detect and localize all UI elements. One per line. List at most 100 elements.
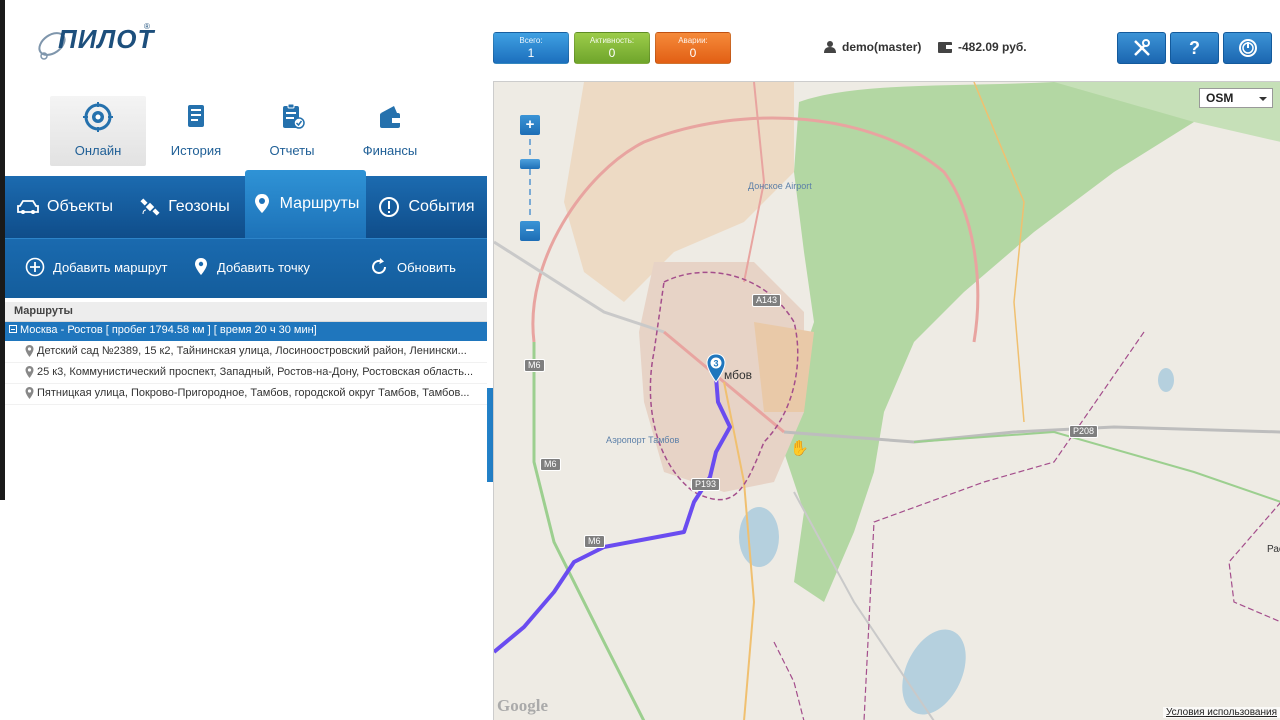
route-pin-icon (254, 194, 269, 213)
zoom-slider[interactable] (520, 135, 540, 221)
road-badge: M6 (540, 458, 561, 471)
username: demo(master) (842, 40, 922, 54)
add-route-label: Добавить маршрут (53, 259, 168, 275)
urban-area (754, 322, 814, 412)
tab-bar: Объекты Геозоны Маршруты События (5, 170, 487, 238)
nav-history[interactable]: История (148, 96, 244, 166)
marker-number: 3 (713, 359, 718, 369)
tab-routes[interactable]: Маршруты (245, 170, 366, 238)
counter-active-value: 0 (608, 46, 616, 60)
region-boundary (1228, 502, 1280, 623)
refresh-label: Обновить (397, 259, 456, 275)
add-point-label: Добавить точку (217, 259, 310, 275)
wallet-icon (938, 42, 952, 53)
refresh-button[interactable]: Обновить (369, 257, 456, 277)
settings-button[interactable] (1117, 32, 1166, 64)
logo-text: ПИЛОТ (58, 24, 155, 54)
lake (1158, 368, 1174, 392)
balance-info: -482.09 руб. (938, 40, 1027, 54)
map-pin-icon (25, 345, 34, 357)
logo: ПИЛОТ ® (36, 22, 166, 66)
zoom-in-button[interactable]: + (520, 115, 540, 135)
zoom-control: + − (520, 115, 540, 241)
satellite-icon (140, 198, 160, 216)
main-nav: Онлайн История Отчеты Финансы (50, 96, 430, 166)
zoom-slider-handle[interactable] (520, 159, 540, 169)
road-m6 (532, 342, 646, 720)
tab-events[interactable]: События (366, 176, 487, 238)
help-button[interactable]: ? (1170, 32, 1219, 64)
report-icon (283, 103, 305, 129)
counter-active-label: Активность: (589, 36, 635, 45)
add-point-button[interactable]: Добавить точку (193, 257, 310, 277)
counter-total-label: Всего: (519, 36, 543, 45)
route-point[interactable]: Пятницкая улица, Покрово-Пригородное, Та… (5, 384, 487, 405)
hand-cursor-icon: ✋ (790, 440, 809, 457)
region-boundary (773, 641, 805, 720)
tab-events-label: События (408, 198, 475, 215)
route-row[interactable]: Москва - Ростов [ пробег 1794.58 км ] [ … (5, 322, 487, 341)
logo-registered-mark: ® (144, 22, 150, 31)
map-view[interactable]: + − OSM Донское Airport Аэропорт Тамбов … (493, 81, 1280, 720)
road-badge: P193 (691, 478, 721, 491)
road-badge: P208 (1069, 425, 1099, 438)
nav-reports[interactable]: Отчеты (244, 96, 340, 166)
route-title: Москва - Ростов [ пробег 1794.58 км ] [ … (20, 324, 317, 336)
balance-value: -482.09 руб. (958, 40, 1027, 54)
refresh-icon (372, 258, 386, 274)
road-badge: M6 (584, 535, 605, 548)
counter-active[interactable]: Активность: 0 (574, 32, 650, 64)
forest-area (784, 82, 1194, 602)
counter-alarm-label: Аварии: (678, 36, 708, 45)
tab-geozones[interactable]: Геозоны (125, 176, 245, 238)
nav-finance[interactable]: Финансы (342, 96, 438, 166)
counter-total[interactable]: Всего: 1 (493, 32, 569, 64)
counter-alarm[interactable]: Аварии: 0 (655, 32, 731, 64)
target-icon (83, 102, 113, 132)
help-icon: ? (1189, 37, 1200, 58)
route-marker[interactable]: 3 (706, 353, 726, 383)
nav-history-label: История (170, 143, 222, 158)
route-point-address: Пятницкая улица, Покрово-Пригородное, Та… (37, 387, 470, 399)
route-point-address: Детский сад №2389, 15 к2, Тайнинская ули… (37, 345, 467, 357)
route-point[interactable]: 25 к3, Коммунистический проспект, Западн… (5, 363, 487, 384)
airport-label: Аэропорт Тамбов (606, 435, 680, 445)
road (913, 430, 1280, 503)
airport-label: Донское Airport (748, 181, 812, 191)
zoom-out-button[interactable]: − (520, 221, 540, 241)
counter-alarm-value: 0 (689, 46, 697, 60)
map-marker-icon: 3 (706, 353, 726, 383)
map-pin-icon (195, 258, 207, 275)
tab-objects[interactable]: Объекты (5, 176, 125, 238)
power-icon (1238, 39, 1257, 57)
terms-link[interactable]: Условия использования (1163, 707, 1280, 718)
map-layer-select[interactable]: OSM (1199, 88, 1273, 108)
plus-circle-icon (25, 257, 45, 277)
route-point-address: 25 к3, Коммунистический проспект, Западн… (37, 366, 474, 378)
road-badge: A143 (752, 294, 782, 307)
collapse-icon[interactable] (9, 325, 17, 333)
lake (902, 629, 966, 715)
region-boundary (863, 331, 1145, 720)
routes-toolbar: Добавить маршрут Добавить точку Обновить (5, 238, 487, 298)
lake (739, 507, 779, 567)
user-info[interactable]: demo(master) (824, 40, 921, 54)
tools-icon (1133, 39, 1150, 56)
alert-icon (379, 197, 400, 217)
city-label: мбов (724, 368, 753, 382)
document-icon (188, 105, 204, 127)
wallet-icon (380, 106, 400, 128)
car-icon (17, 200, 39, 214)
nav-online-label: Онлайн (74, 143, 122, 158)
route-point[interactable]: Детский сад №2389, 15 к2, Тайнинская ули… (5, 342, 487, 363)
map-pin-icon (25, 387, 34, 399)
tab-objects-label: Объекты (47, 198, 113, 215)
routes-list-header: Маршруты (5, 302, 487, 322)
tab-geozones-label: Геозоны (168, 198, 230, 215)
town-label: Рас (1267, 544, 1280, 555)
logout-button[interactable] (1223, 32, 1272, 64)
nav-online[interactable]: Онлайн (50, 96, 146, 166)
google-logo: Google (497, 696, 548, 715)
user-icon (824, 41, 836, 53)
add-route-button[interactable]: Добавить маршрут (25, 257, 167, 277)
